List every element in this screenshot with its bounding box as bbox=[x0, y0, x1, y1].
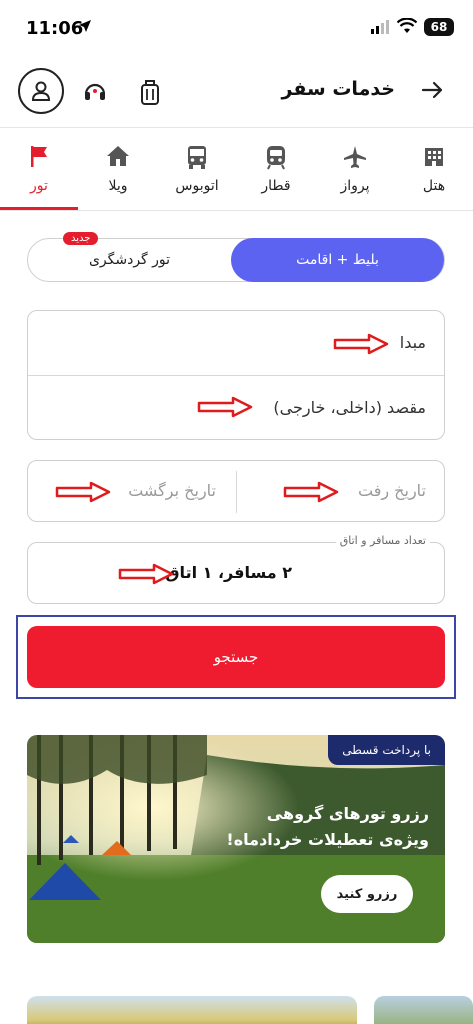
annotation-arrow-icon bbox=[118, 563, 174, 585]
tab-label: هتل bbox=[422, 178, 446, 194]
tab-villa[interactable]: ویلا bbox=[79, 130, 157, 210]
tab-label: پرواز bbox=[340, 178, 370, 194]
header-divider bbox=[0, 127, 473, 128]
bus-icon bbox=[188, 146, 206, 169]
support-headset-icon[interactable] bbox=[82, 78, 108, 104]
annotation-arrow-icon bbox=[283, 481, 339, 503]
option-sightseeing-tour[interactable]: تور گردشگری bbox=[28, 239, 231, 281]
battery-indicator: 68 bbox=[424, 18, 454, 36]
home-icon bbox=[107, 146, 129, 166]
tab-hotel[interactable]: هتل bbox=[395, 130, 473, 210]
destination-field[interactable]: مقصد (داخلی، خارجی) bbox=[273, 398, 426, 417]
field-divider bbox=[28, 375, 444, 376]
tab-label: قطار bbox=[261, 178, 291, 194]
option-ticket-hotel[interactable]: بلیط + اقامت bbox=[231, 238, 444, 282]
tab-flight[interactable]: پرواز bbox=[316, 130, 394, 210]
luggage-icon[interactable] bbox=[138, 78, 162, 106]
installment-tag: با پرداخت قسطی bbox=[328, 735, 445, 765]
flag-icon bbox=[31, 146, 47, 167]
annotation-arrow-icon bbox=[197, 396, 253, 418]
route-fields: مبدا مقصد (داخلی، خارجی) bbox=[27, 310, 445, 440]
wifi-icon bbox=[397, 18, 417, 33]
search-button[interactable]: جستجو bbox=[27, 626, 445, 688]
status-time: 11:06 bbox=[26, 18, 84, 39]
annotation-arrow-icon bbox=[55, 481, 111, 503]
passengers-field[interactable]: تعداد مسافر و اتاق ۲ مسافر، ۱ اتاق bbox=[27, 534, 445, 604]
promo-card[interactable] bbox=[374, 996, 473, 1024]
tab-label: ویلا bbox=[108, 178, 128, 194]
annotation-arrow-icon bbox=[333, 333, 389, 355]
tab-label: اتوبوس bbox=[175, 178, 219, 194]
return-date-field[interactable]: تاریخ برگشت bbox=[128, 481, 216, 500]
app-header: خدمات سفر bbox=[0, 60, 473, 126]
plane-icon bbox=[344, 146, 366, 168]
hotel-icon bbox=[425, 148, 443, 166]
banner-title-line: ویژه‌ی تعطیلات خردادماه! bbox=[226, 830, 429, 849]
depart-date-field[interactable]: تاریخ رفت bbox=[358, 481, 426, 500]
page-title: خدمات سفر bbox=[281, 78, 395, 100]
back-arrow-icon[interactable] bbox=[421, 80, 443, 100]
tabs-divider bbox=[0, 210, 473, 211]
new-badge: جدید bbox=[63, 232, 99, 245]
promo-card[interactable] bbox=[27, 996, 357, 1024]
tab-bus[interactable]: اتوبوس bbox=[158, 130, 236, 210]
tab-train[interactable]: قطار bbox=[237, 130, 315, 210]
passengers-value: ۲ مسافر، ۱ اتاق bbox=[165, 563, 292, 582]
passengers-legend: تعداد مسافر و اتاق bbox=[335, 534, 430, 547]
banner-title-line: رزرو تورهای گروهی bbox=[266, 804, 429, 823]
origin-field[interactable]: مبدا bbox=[400, 333, 426, 352]
status-bar: 11:06 68 bbox=[0, 0, 473, 56]
user-icon bbox=[31, 81, 51, 101]
signal-icon bbox=[371, 20, 389, 34]
service-tabs: هتل پرواز قطار اتوبوس ویلا تور bbox=[0, 130, 473, 210]
banner-title: رزرو تورهای گروهی ویژه‌ی تعطیلات خردادما… bbox=[209, 801, 429, 853]
promo-banner[interactable]: با پرداخت قسطی رزرو تورهای گروهی ویژه‌ی … bbox=[27, 735, 445, 943]
train-icon bbox=[267, 146, 285, 170]
book-now-button[interactable]: رزرو کنید bbox=[321, 875, 413, 913]
profile-button[interactable] bbox=[18, 68, 64, 114]
tab-label: تور bbox=[30, 178, 48, 194]
location-arrow-icon bbox=[79, 20, 91, 32]
tab-tour[interactable]: تور bbox=[0, 130, 78, 210]
date-divider bbox=[236, 471, 237, 513]
